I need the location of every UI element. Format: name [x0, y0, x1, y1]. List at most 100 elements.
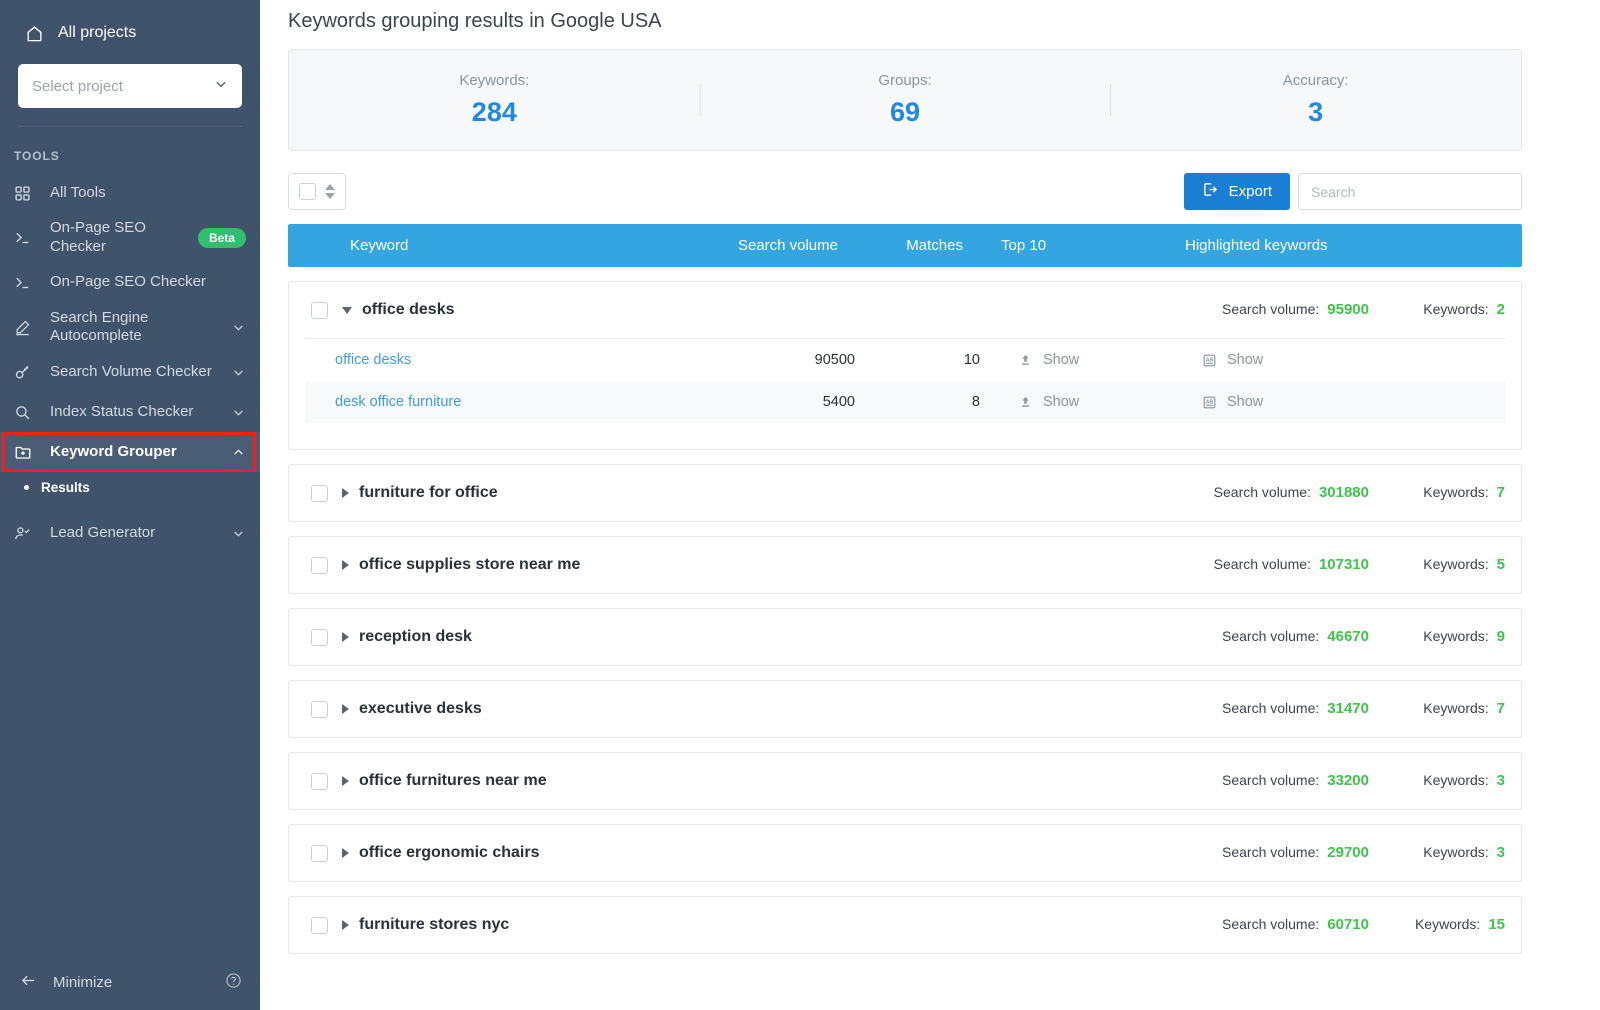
help-icon[interactable]: [225, 972, 242, 993]
triangle-right-icon[interactable]: [342, 704, 349, 714]
group-keywords-value: 2: [1496, 301, 1505, 318]
group-checkbox[interactable]: [311, 772, 328, 790]
group-meta: Search volume: 60710 Keywords: 15: [1169, 916, 1505, 934]
table-header: Keyword Search volume Matches Top 10 Hig…: [288, 224, 1522, 267]
group-header-left: furniture for office: [311, 484, 1169, 502]
sidebar-item-index-status-checker[interactable]: Index Status Checker: [0, 392, 260, 432]
group-header[interactable]: office ergonomic chairs Search volume: 297…: [289, 825, 1521, 881]
sidebar-item-keyword-grouper[interactable]: Keyword Grouper: [0, 432, 260, 472]
project-select[interactable]: Select project: [18, 64, 242, 108]
group-search-volume-value: 107310: [1318, 556, 1369, 573]
group-keywords-value: 3: [1496, 772, 1505, 789]
triangle-right-icon[interactable]: [342, 848, 349, 858]
export-button[interactable]: Export: [1183, 173, 1290, 210]
sidebar-subitem-label: Results: [41, 480, 90, 495]
group-keywords-value: 7: [1496, 484, 1505, 501]
group-checkbox[interactable]: [311, 556, 328, 574]
all-projects-link[interactable]: All projects: [18, 18, 242, 48]
sidebar-footer: Minimize: [0, 954, 260, 1010]
triangle-right-icon[interactable]: [342, 632, 349, 642]
triangle-right-icon[interactable]: [342, 920, 349, 930]
column-header-keyword: Keyword: [350, 237, 409, 254]
select-all-dropdown[interactable]: [288, 173, 346, 210]
meta-label-search-volume: Search volume:: [1222, 916, 1320, 932]
meta-label-keywords: Keywords:: [1414, 916, 1481, 932]
svg-text:AB: AB: [1206, 357, 1214, 363]
row-highlighted-show-link[interactable]: Show: [1227, 394, 1263, 410]
keyword-group: office supplies store near me Search volu…: [288, 536, 1522, 594]
group-search-volume-value: 60710: [1327, 916, 1369, 933]
sidebar-item-on-page-seo-checker[interactable]: On-Page SEO Checker: [0, 263, 260, 303]
group-checkbox[interactable]: [311, 844, 328, 862]
group-search-volume: Search volume: 107310: [1169, 556, 1369, 574]
group-search-volume: Search volume: 46670: [1169, 628, 1369, 646]
minimize-button[interactable]: Minimize: [20, 972, 112, 993]
row-highlighted-show-link[interactable]: Show: [1227, 352, 1263, 368]
sidebar-item-on-page-seo-checker-beta[interactable]: On-Page SEO Checker Beta: [0, 213, 260, 263]
sidebar-subitem-results[interactable]: Results: [0, 472, 260, 503]
chevron-down-icon[interactable]: [230, 406, 246, 419]
stat-value: 3: [1308, 97, 1324, 127]
group-meta: Search volume: 29700 Keywords: 3: [1169, 844, 1505, 862]
search-input[interactable]: [1298, 173, 1522, 210]
meta-label-search-volume: Search volume:: [1222, 700, 1320, 716]
stat-accuracy: Accuracy: 3: [1110, 72, 1521, 128]
sidebar-item-label: Lead Generator: [50, 523, 156, 541]
triangle-right-icon[interactable]: [342, 776, 349, 786]
row-top10-show-link[interactable]: Show: [1043, 352, 1079, 368]
group-checkbox[interactable]: [311, 700, 328, 718]
arrow-left-icon: [20, 972, 37, 993]
row-keyword[interactable]: desk office furniture: [305, 394, 685, 410]
group-header-left: office desks: [311, 301, 1169, 319]
chevron-down-icon[interactable]: [230, 366, 246, 379]
ab-badge-icon: AB: [1202, 395, 1217, 410]
sidebar-item-label: Keyword Grouper: [50, 442, 177, 460]
table-toolbar: Export: [288, 151, 1522, 224]
triangle-down-icon[interactable]: [342, 306, 352, 314]
row-top10[interactable]: Show: [980, 352, 1160, 368]
group-search-volume: Search volume: 33200: [1169, 772, 1369, 790]
bullet-icon: [24, 485, 29, 490]
group-name: furniture for office: [359, 484, 498, 501]
group-header-left: office supplies store near me: [311, 556, 1169, 574]
group-header[interactable]: reception desk Search volume: 46670 Keyword…: [289, 609, 1521, 665]
sidebar-item-all-tools[interactable]: All Tools: [0, 173, 260, 213]
stat-label: Keywords:: [459, 72, 530, 89]
stepper-icon[interactable]: [325, 184, 335, 199]
group-checkbox[interactable]: [311, 301, 328, 319]
group-meta: Search volume: 46670 Keywords: 9: [1169, 628, 1505, 646]
group-header[interactable]: office furnitures near me Search volume: 3…: [289, 753, 1521, 809]
row-keyword[interactable]: office desks: [305, 352, 685, 368]
group-header[interactable]: executive desks Search volume: 31470 Keywor…: [289, 681, 1521, 737]
chevron-down-icon: [214, 77, 228, 96]
stat-value: 69: [889, 97, 921, 127]
sidebar-item-search-volume-checker[interactable]: Search Volume Checker: [0, 352, 260, 392]
group-header-left: office ergonomic chairs: [311, 844, 1169, 862]
group-name: office ergonomic chairs: [359, 844, 540, 861]
group-header[interactable]: furniture stores nyc Search volume: 60710 K…: [289, 897, 1521, 953]
sidebar-item-search-engine-autocomplete[interactable]: Search Engine Autocomplete: [0, 303, 260, 353]
app-root: All projects Select project TOOLS All To…: [0, 0, 1600, 1010]
sidebar-item-lead-generator[interactable]: Lead Generator: [0, 513, 260, 553]
row-top10-show-link[interactable]: Show: [1043, 394, 1079, 410]
group-header[interactable]: furniture for office Search volume: 301880…: [289, 465, 1521, 521]
triangle-right-icon[interactable]: [342, 560, 349, 570]
group-checkbox[interactable]: [311, 916, 328, 934]
row-top10[interactable]: Show: [980, 394, 1160, 410]
group-header[interactable]: office desks Search volume: 95900 Keywords:…: [289, 282, 1521, 338]
row-highlighted[interactable]: AB Show: [1160, 352, 1440, 368]
group-header[interactable]: office supplies store near me Search volu…: [289, 537, 1521, 593]
triangle-right-icon[interactable]: [342, 488, 349, 498]
chevron-down-icon[interactable]: [230, 527, 246, 540]
group-checkbox[interactable]: [311, 484, 328, 502]
group-keywords-value: 3: [1496, 844, 1505, 861]
chevron-down-icon[interactable]: [230, 321, 246, 334]
chevron-up-icon[interactable]: [230, 446, 246, 459]
group-checkbox[interactable]: [311, 628, 328, 646]
row-highlighted[interactable]: AB Show: [1160, 394, 1440, 410]
group-keywords-value: 15: [1488, 916, 1505, 933]
meta-label-search-volume: Search volume:: [1222, 772, 1320, 788]
table-row: office desks 90500 10 Show AB Show: [305, 339, 1505, 381]
select-all-checkbox[interactable]: [299, 183, 316, 200]
meta-label-keywords: Keywords:: [1423, 484, 1489, 500]
